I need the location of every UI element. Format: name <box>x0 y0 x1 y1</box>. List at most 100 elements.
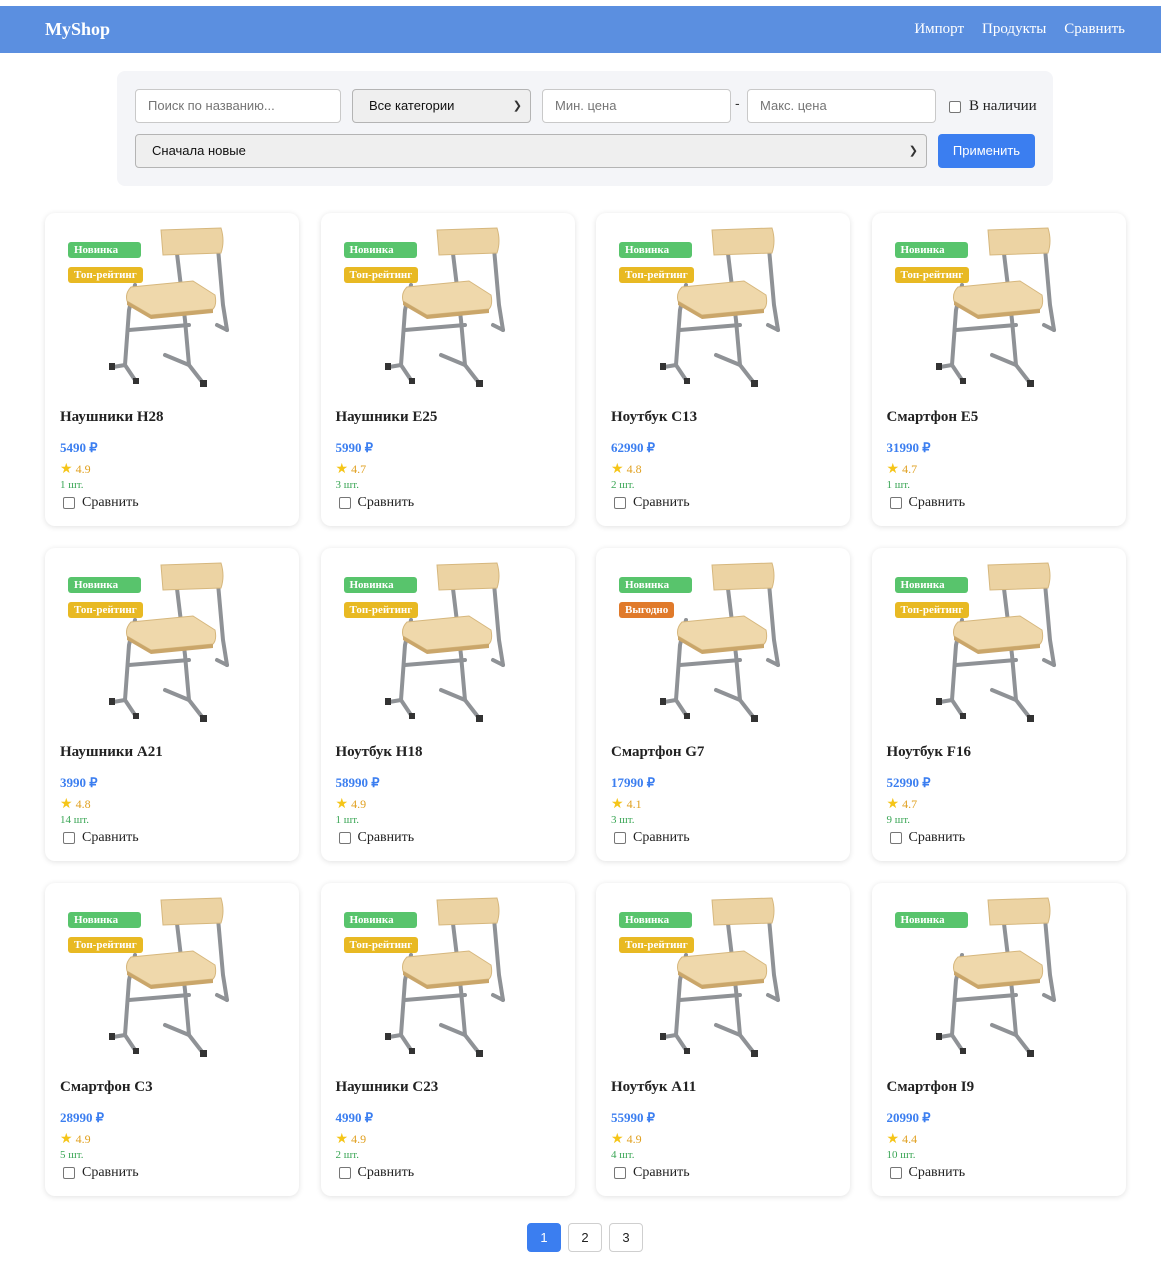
compare-checkbox[interactable] <box>614 497 626 509</box>
compare-label: Сравнить <box>357 830 415 845</box>
rating-value: 4.9 <box>351 1132 367 1146</box>
compare-toggle[interactable]: Сравнить <box>889 1165 965 1181</box>
in-stock-checkbox[interactable] <box>949 100 961 113</box>
compare-toggle[interactable]: Сравнить <box>614 830 690 846</box>
product-name[interactable]: Ноутбук F16 <box>887 744 971 761</box>
page-button-2[interactable]: 2 <box>568 1223 602 1252</box>
page-button-3[interactable]: 3 <box>609 1223 643 1252</box>
badge-new: Новинка <box>343 912 417 928</box>
apply-button[interactable]: Применить <box>938 134 1035 168</box>
product-name[interactable]: Наушники E25 <box>336 409 438 426</box>
star-icon: ★ <box>60 462 73 477</box>
compare-toggle[interactable]: Сравнить <box>338 1165 415 1181</box>
compare-toggle[interactable]: Сравнить <box>889 495 965 511</box>
star-icon: ★ <box>886 797 900 812</box>
badge-top: Топ-рейтинг <box>343 937 419 953</box>
rating-value: 4.9 <box>351 797 367 811</box>
nav-link-import[interactable]: Импорт <box>914 6 964 53</box>
rating-value: 4.4 <box>902 1132 918 1146</box>
compare-toggle[interactable]: Сравнить <box>614 1165 690 1181</box>
search-input[interactable]: Поиск по названию... <box>135 89 341 123</box>
compare-checkbox[interactable] <box>63 1167 75 1179</box>
category-select-value: Все категории <box>369 98 455 113</box>
compare-checkbox[interactable] <box>338 1167 351 1179</box>
compare-label: Сравнить <box>82 495 139 510</box>
product-name[interactable]: Ноутбук C13 <box>611 409 697 426</box>
compare-toggle[interactable]: Сравнить <box>338 495 414 511</box>
product-card[interactable]: Новинка Смартфон I9 20990 ₽ ★ 4.4 10 шт.… <box>871 883 1126 1196</box>
stock-quantity: 14 шт. <box>60 814 89 826</box>
stock-quantity: 3 шт. <box>611 814 635 826</box>
compare-checkbox[interactable] <box>63 832 75 844</box>
category-select[interactable]: Все категории ❯ <box>352 89 531 123</box>
badge-new: Новинка <box>68 577 141 593</box>
badge-new: Новинка <box>894 242 968 258</box>
page-button-1[interactable]: 1 <box>527 1223 561 1252</box>
nav-link-compare[interactable]: Сравнить <box>1064 6 1125 53</box>
product-card[interactable]: Новинка Выгодно Смартфон G7 17990 ₽ ★ 4.1… <box>596 548 850 861</box>
product-card[interactable]: Новинка Топ-рейтинг Ноутбук C13 62990 ₽ ★… <box>596 213 850 526</box>
compare-checkbox[interactable] <box>614 832 626 844</box>
product-name[interactable]: Ноутбук H18 <box>336 744 423 761</box>
compare-checkbox[interactable] <box>889 832 902 844</box>
stock-quantity: 1 шт. <box>60 479 84 491</box>
compare-checkbox[interactable] <box>338 497 351 509</box>
product-price: 5490 ₽ <box>60 440 98 455</box>
product-card[interactable]: Новинка Топ-рейтинг Ноутбук H18 58990 ₽ ★… <box>320 548 575 861</box>
nav-link-products[interactable]: Продукты <box>982 6 1046 53</box>
product-name[interactable]: Ноутбук A11 <box>611 1079 696 1096</box>
star-icon: ★ <box>60 797 73 812</box>
badge-top: Топ-рейтинг <box>619 937 694 953</box>
sort-select[interactable]: Сначала новые ❯ <box>135 134 927 168</box>
product-name[interactable]: Наушники H28 <box>60 409 164 426</box>
compare-label: Сравнить <box>357 1165 415 1180</box>
compare-checkbox[interactable] <box>614 1167 626 1179</box>
compare-toggle[interactable]: Сравнить <box>338 830 415 846</box>
product-price: 5990 ₽ <box>335 440 374 455</box>
compare-checkbox[interactable] <box>63 497 75 509</box>
compare-label: Сравнить <box>633 1165 690 1180</box>
compare-toggle[interactable]: Сравнить <box>63 495 139 511</box>
badge-new: Новинка <box>619 912 692 928</box>
product-name[interactable]: Смартфон C3 <box>60 1079 153 1096</box>
product-card[interactable]: Новинка Топ-рейтинг Смартфон C3 28990 ₽ ★… <box>45 883 299 1196</box>
compare-toggle[interactable]: Сравнить <box>63 1165 139 1181</box>
stock-quantity: 10 шт. <box>886 1149 916 1161</box>
product-card[interactable]: Новинка Топ-рейтинг Ноутбук F16 52990 ₽ ★… <box>871 548 1126 861</box>
badge-top: Топ-рейтинг <box>343 602 419 618</box>
product-price: 28990 ₽ <box>60 1110 105 1125</box>
compare-toggle[interactable]: Сравнить <box>614 495 690 511</box>
product-card[interactable]: Новинка Топ-рейтинг Смартфон E5 31990 ₽ ★… <box>871 213 1126 526</box>
compare-toggle[interactable]: Сравнить <box>63 830 139 846</box>
product-card[interactable]: Новинка Топ-рейтинг Наушники E25 5990 ₽ ★… <box>320 213 575 526</box>
star-icon: ★ <box>611 462 624 477</box>
min-price-input[interactable]: Мин. цена <box>542 89 731 123</box>
star-icon: ★ <box>335 462 349 477</box>
product-rating: ★ 4.9 <box>60 461 91 478</box>
nav-links: Импорт Продукты Сравнить <box>914 6 1125 53</box>
in-stock-filter[interactable]: В наличии <box>949 98 1037 115</box>
product-rating: ★ 4.9 <box>60 1131 91 1148</box>
brand-logo[interactable]: MyShop <box>45 6 110 53</box>
product-name[interactable]: Наушники A21 <box>60 744 163 761</box>
rating-value: 4.8 <box>626 462 642 476</box>
product-card[interactable]: Новинка Топ-рейтинг Наушники H28 5490 ₽ ★… <box>45 213 299 526</box>
compare-checkbox[interactable] <box>889 497 902 509</box>
product-name[interactable]: Наушники C23 <box>336 1079 439 1096</box>
product-name[interactable]: Смартфон G7 <box>611 744 704 761</box>
product-card[interactable]: Новинка Топ-рейтинг Наушники A21 3990 ₽ ★… <box>45 548 299 861</box>
badge-new: Новинка <box>619 577 692 593</box>
stock-quantity: 3 шт. <box>335 479 359 491</box>
compare-checkbox[interactable] <box>889 1167 902 1179</box>
badge-new: Новинка <box>894 577 968 593</box>
product-name[interactable]: Смартфон I9 <box>887 1079 975 1096</box>
compare-checkbox[interactable] <box>338 832 351 844</box>
product-card[interactable]: Новинка Топ-рейтинг Наушники C23 4990 ₽ ★… <box>320 883 575 1196</box>
product-rating: ★ 4.8 <box>60 796 91 813</box>
sort-select-value: Сначала новые <box>152 143 246 158</box>
product-name[interactable]: Смартфон E5 <box>887 409 979 426</box>
product-card[interactable]: Новинка Топ-рейтинг Ноутбук A11 55990 ₽ ★… <box>596 883 850 1196</box>
max-price-input[interactable]: Макс. цена <box>747 89 936 123</box>
badge-new: Новинка <box>894 912 968 928</box>
compare-toggle[interactable]: Сравнить <box>889 830 965 846</box>
